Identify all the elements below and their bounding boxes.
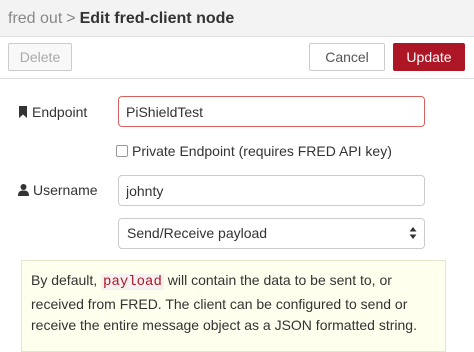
- endpoint-label-text: Endpoint: [32, 104, 88, 120]
- endpoint-label: Endpoint: [18, 103, 87, 121]
- page-title: Edit fred-client node: [79, 10, 235, 27]
- private-endpoint-label[interactable]: Private Endpoint (requires FRED API key): [132, 143, 392, 159]
- help-tip-code: payload: [101, 274, 164, 290]
- bookmark-icon: [19, 106, 27, 118]
- breadcrumb-parent[interactable]: fred out: [8, 10, 62, 27]
- username-label-text: Username: [33, 182, 98, 198]
- user-icon: [18, 184, 29, 196]
- select-arrows-icon: [409, 227, 417, 239]
- help-tip-text-start: By default,: [31, 272, 102, 288]
- private-endpoint-checkbox[interactable]: [116, 145, 128, 157]
- username-input[interactable]: [118, 175, 425, 206]
- update-button[interactable]: Update: [393, 43, 465, 71]
- breadcrumb: fred out > Edit fred-client node: [8, 9, 234, 29]
- tray-header: fred out > Edit fred-client node: [0, 0, 474, 37]
- cancel-button[interactable]: Cancel: [309, 43, 385, 71]
- toolbar: Delete Cancel Update: [0, 37, 474, 79]
- help-tip: By default, payload will contain the dat…: [21, 260, 446, 352]
- private-endpoint-row: Private Endpoint (requires FRED API key): [116, 143, 392, 159]
- mode-select-value: Send/Receive payload: [127, 225, 268, 241]
- username-label: Username: [18, 181, 98, 199]
- delete-button[interactable]: Delete: [8, 43, 72, 71]
- breadcrumb-separator: >: [66, 10, 76, 27]
- endpoint-input[interactable]: [118, 96, 425, 127]
- mode-select[interactable]: Send/Receive payload: [118, 218, 425, 249]
